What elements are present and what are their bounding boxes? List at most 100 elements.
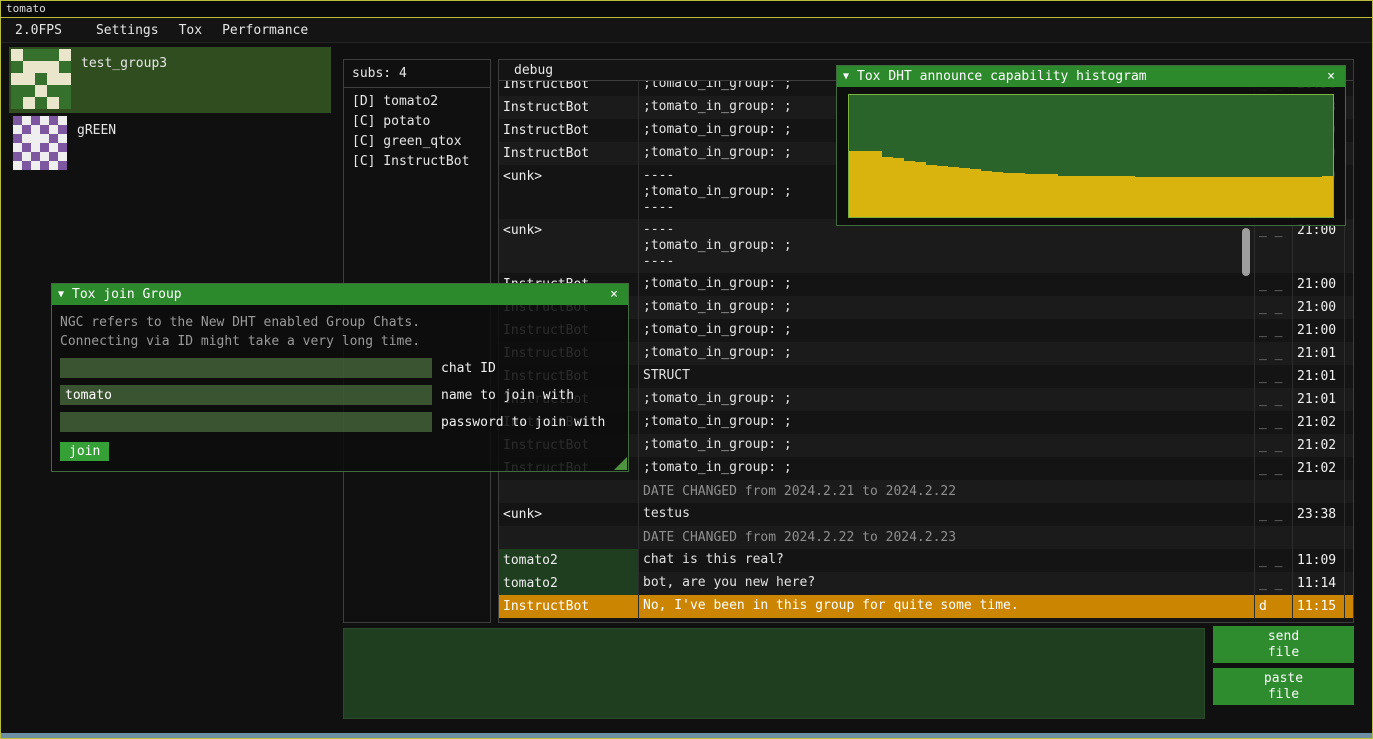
message-row[interactable]: tomato2chat is this real?_ _11:09 [499, 549, 1353, 572]
collapse-icon[interactable]: ▼ [58, 289, 64, 300]
date-changed-text: DATE CHANGED from 2024.2.21 to 2024.2.22 [639, 480, 1255, 503]
field-label: chat ID [441, 361, 496, 376]
histogram-bar [1113, 176, 1124, 217]
message-time: 21:02 [1293, 411, 1345, 434]
histogram-window-body [837, 87, 1345, 225]
message-time: 21:00 [1293, 273, 1345, 296]
join-password-input[interactable] [60, 412, 432, 432]
message-text: No, I've been in this group for quite so… [639, 595, 1255, 618]
histogram-bar [904, 161, 915, 217]
histogram-bar [1322, 176, 1333, 217]
sender-name: tomato2 [499, 572, 639, 595]
message-flags: _ _ [1255, 273, 1293, 296]
message-row[interactable]: <unk>testus_ _23:38 [499, 503, 1353, 526]
menu-item-tox[interactable]: Tox [169, 20, 212, 41]
histogram-window-titlebar[interactable]: ▼ Tox DHT announce capability histogram … [837, 66, 1345, 87]
date-changed-text: DATE CHANGED from 2024.2.22 to 2024.2.23 [639, 526, 1255, 549]
message-text: STRUCT [639, 365, 1255, 388]
message-flags: _ _ [1255, 388, 1293, 411]
histogram-bar [1069, 176, 1080, 217]
collapse-icon[interactable]: ▼ [843, 71, 849, 82]
histogram-bar [1245, 177, 1256, 217]
separator [344, 87, 490, 88]
histogram-bar [1047, 174, 1058, 217]
histogram-bar [1179, 177, 1190, 217]
message-text: ;tomato_in_group: ; [639, 342, 1255, 365]
message-time: 11:09 [1293, 549, 1345, 572]
histogram-bar [882, 157, 893, 217]
histogram-bar [1058, 176, 1069, 217]
menu-item-performance[interactable]: Performance [212, 20, 318, 41]
join-window-titlebar[interactable]: ▼ Tox join Group × [52, 284, 628, 305]
message-text: ;tomato_in_group: ; [639, 411, 1255, 434]
join-info-line: Connecting via ID might take a very long… [60, 332, 620, 351]
message-row[interactable]: tomato2bot, are you new here?_ _11:14 [499, 572, 1353, 595]
histogram-bar [1036, 174, 1047, 217]
histogram-bar [1157, 177, 1168, 217]
subs-count: subs: 4 [344, 66, 490, 87]
message-flags: _ _ [1255, 365, 1293, 388]
tab-debug[interactable]: debug [514, 63, 553, 78]
histogram-bar [1223, 177, 1234, 217]
message-text: ;tomato_in_group: ; [639, 296, 1255, 319]
resize-grip[interactable] [614, 457, 627, 470]
histogram-bar [1256, 177, 1267, 217]
join-info-line: NGC refers to the New DHT enabled Group … [60, 313, 620, 332]
subs-list-item[interactable]: [C] InstructBot [344, 152, 490, 172]
close-icon[interactable]: × [606, 287, 622, 302]
message-time: 11:15 [1293, 595, 1345, 618]
menu-item-settings[interactable]: Settings [86, 20, 169, 41]
message-time: 21:00 [1293, 319, 1345, 342]
scrollbar-thumb[interactable] [1242, 228, 1250, 276]
message-flags: d [1255, 595, 1293, 618]
send-file-button[interactable]: send file [1213, 626, 1354, 663]
contact-green[interactable]: gREEN [9, 114, 331, 174]
join-name-input[interactable] [60, 385, 432, 405]
subs-list-item[interactable]: [C] green_qtox [344, 132, 490, 152]
message-flags [1255, 526, 1293, 549]
join-window-title: Tox join Group [72, 287, 598, 302]
message-flags: _ _ [1255, 549, 1293, 572]
histogram-bar [1124, 176, 1135, 217]
message-time: 23:38 [1293, 503, 1345, 526]
subs-list-item[interactable]: [C] potato [344, 112, 490, 132]
sender-name [499, 526, 639, 549]
message-text: ;tomato_in_group: ; [639, 319, 1255, 342]
message-time: 21:01 [1293, 388, 1345, 411]
fps-counter: 2.0FPS [5, 20, 72, 41]
contact-name: gREEN [77, 123, 116, 172]
window-titlebar[interactable]: tomato [1, 1, 1372, 18]
message-flags: _ _ [1255, 342, 1293, 365]
histogram-window: ▼ Tox DHT announce capability histogram … [836, 65, 1346, 226]
sender-name: InstructBot [499, 119, 639, 142]
join-button[interactable]: join [60, 442, 109, 461]
histogram-window-title: Tox DHT announce capability histogram [857, 69, 1315, 84]
chat-id-input[interactable] [60, 358, 432, 378]
message-row[interactable]: InstructBotNo, I've been in this group f… [499, 595, 1353, 618]
paste-file-button[interactable]: paste file [1213, 668, 1354, 705]
message-flags: _ _ [1255, 434, 1293, 457]
message-input[interactable] [343, 628, 1205, 719]
message-flags: _ _ [1255, 457, 1293, 480]
histogram-bar [1300, 177, 1311, 217]
histogram-bar [1102, 176, 1113, 217]
histogram-bar [959, 168, 970, 217]
date-changed-row: DATE CHANGED from 2024.2.21 to 2024.2.22 [499, 480, 1353, 503]
histogram-bar [937, 166, 948, 217]
close-icon[interactable]: × [1323, 69, 1339, 84]
histogram-plot [848, 94, 1334, 218]
message-time: 21:02 [1293, 434, 1345, 457]
sender-name: tomato2 [499, 549, 639, 572]
join-group-window: ▼ Tox join Group × NGC refers to the New… [51, 283, 629, 472]
date-changed-row: DATE CHANGED from 2024.2.22 to 2024.2.23 [499, 526, 1353, 549]
histogram-bar [1014, 173, 1025, 217]
contact-test-group3[interactable]: test_group3 [9, 47, 331, 113]
message-time: 21:01 [1293, 365, 1345, 388]
message-time: 21:00 [1293, 219, 1345, 273]
message-time: 21:01 [1293, 342, 1345, 365]
message-text: ;tomato_in_group: ; [639, 457, 1255, 480]
subs-list-item[interactable]: [D] tomato2 [344, 92, 490, 112]
sender-name: <unk> [499, 503, 639, 526]
message-row[interactable]: <unk>----;tomato_in_group: ;----_ _21:00 [499, 219, 1353, 273]
sender-name: InstructBot [499, 142, 639, 165]
